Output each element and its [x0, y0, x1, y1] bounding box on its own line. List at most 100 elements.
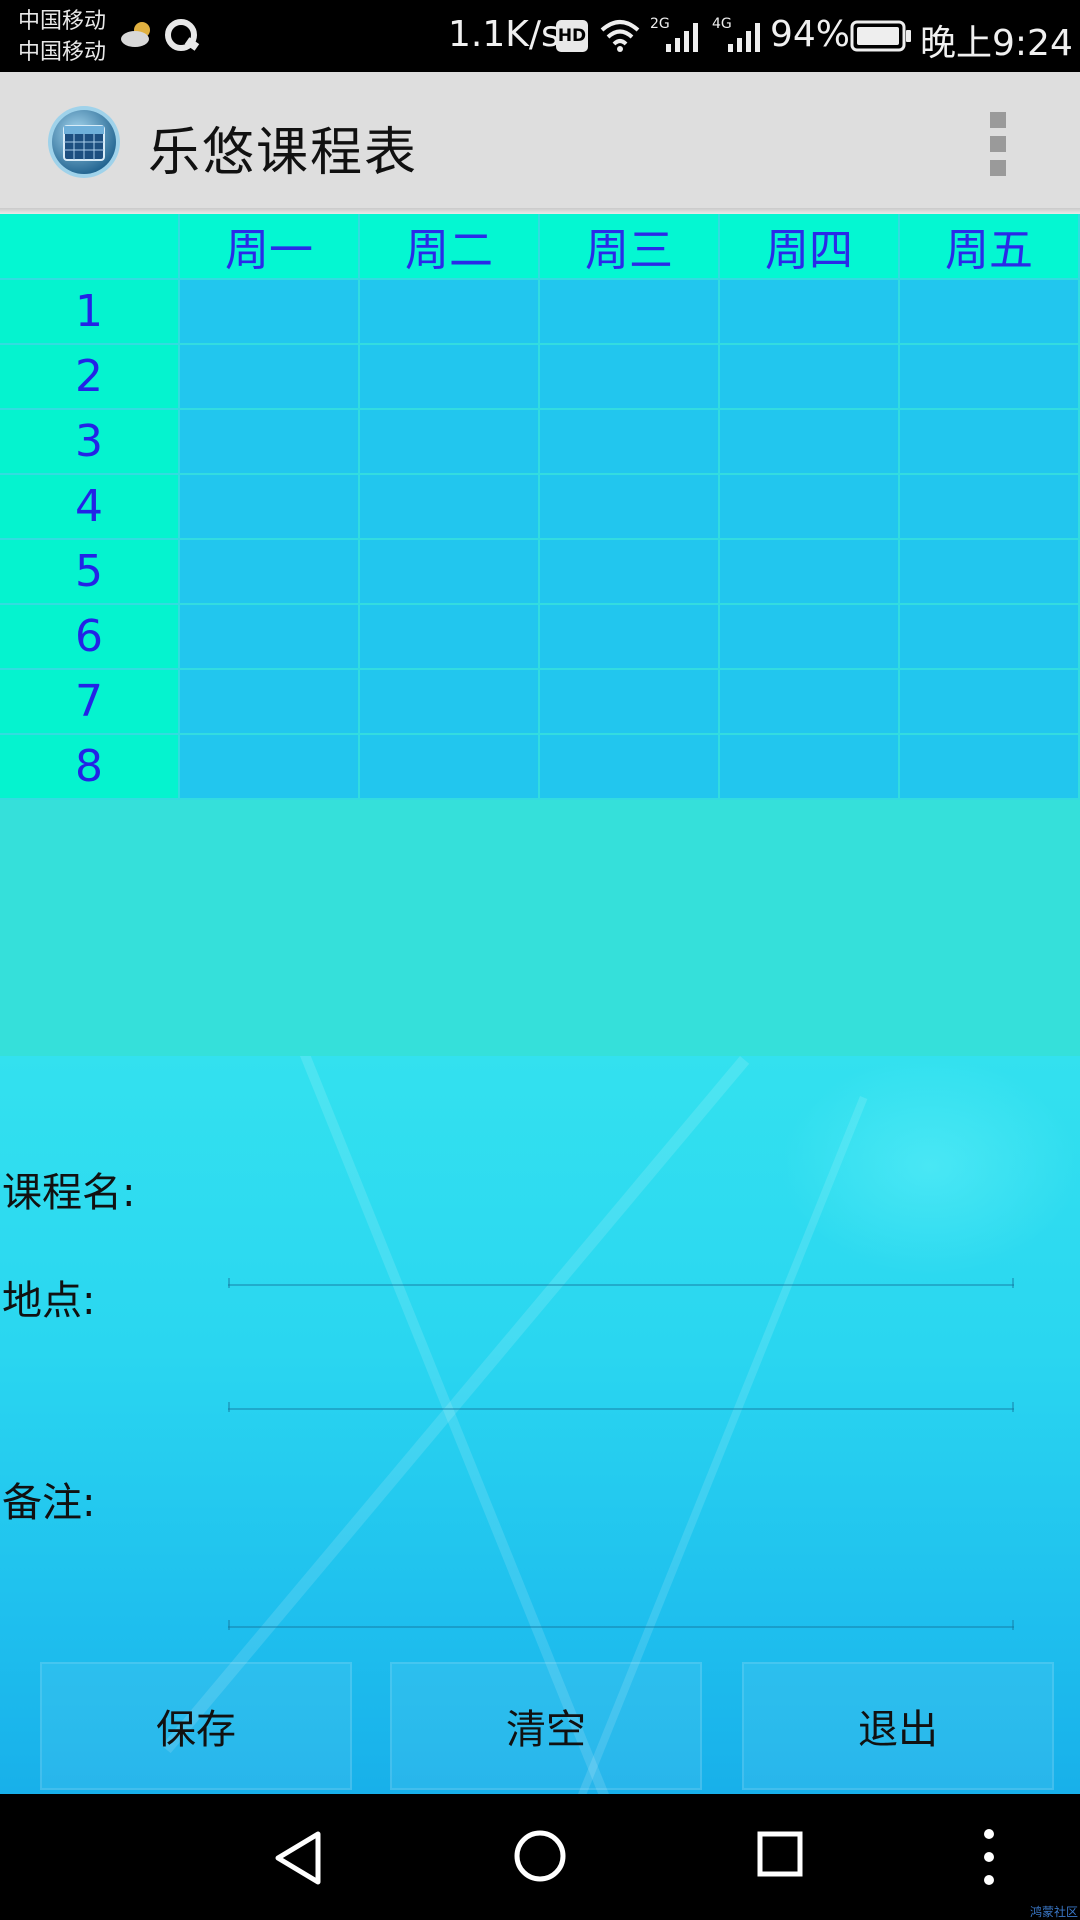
save-button[interactable]: 保存	[40, 1662, 352, 1790]
q-app-icon	[165, 19, 200, 51]
timetable-slot[interactable]	[180, 540, 360, 605]
timetable-slot[interactable]	[540, 670, 720, 735]
navigation-bar: 鸿蒙社区	[0, 1794, 1080, 1920]
period-number: 6	[0, 605, 180, 670]
timetable-slot[interactable]	[900, 475, 1080, 540]
timetable-slot[interactable]	[540, 735, 720, 800]
period-number: 4	[0, 475, 180, 540]
timetable-slot[interactable]	[360, 410, 540, 475]
timetable-slot[interactable]	[540, 540, 720, 605]
note-input[interactable]	[228, 1578, 1014, 1628]
period-number: 5	[0, 540, 180, 605]
day-header: 周五	[900, 214, 1080, 280]
timetable-slot[interactable]	[720, 605, 900, 670]
net-speed: 1.1K/s	[448, 14, 560, 55]
timetable-slot[interactable]	[720, 280, 900, 345]
menu-dot	[990, 136, 1006, 152]
timetable-slot[interactable]	[720, 410, 900, 475]
carrier-labels: 中国移动 中国移动	[18, 6, 106, 68]
timetable-slot[interactable]	[360, 475, 540, 540]
day-header: 周三	[540, 214, 720, 280]
period-number: 2	[0, 345, 180, 410]
weather-cloudy-icon	[121, 22, 150, 47]
location-input[interactable]	[228, 1360, 1014, 1410]
timetable-slot[interactable]	[540, 410, 720, 475]
timetable-slot[interactable]	[360, 605, 540, 670]
input-tick	[228, 1278, 230, 1288]
location-label: 地点:	[2, 1278, 96, 1324]
timetable-slot[interactable]	[720, 475, 900, 540]
battery-icon	[850, 20, 911, 52]
timetable-slot[interactable]	[360, 670, 540, 735]
timetable-slot[interactable]	[540, 605, 720, 670]
timetable-slot[interactable]	[180, 280, 360, 345]
timetable-slot[interactable]	[180, 605, 360, 670]
timetable-slot[interactable]	[720, 540, 900, 605]
corner-cell	[0, 214, 180, 280]
overflow-menu-icon[interactable]	[978, 112, 1018, 178]
more-icon[interactable]	[978, 1826, 1000, 1888]
timetable-slot[interactable]	[360, 735, 540, 800]
menu-dot	[990, 160, 1006, 176]
battery-percent: 94%	[770, 14, 851, 55]
course-name-input[interactable]	[228, 1236, 1014, 1286]
calendar-icon	[48, 106, 120, 178]
period-number: 7	[0, 670, 180, 735]
timetable-slot[interactable]	[540, 280, 720, 345]
day-header: 周二	[360, 214, 540, 280]
timetable-slot[interactable]	[900, 345, 1080, 410]
wifi-icon	[600, 20, 640, 52]
timetable-slot[interactable]	[540, 475, 720, 540]
note-label: 备注:	[2, 1480, 96, 1526]
timetable-slot[interactable]	[360, 540, 540, 605]
signal-icon	[666, 23, 698, 52]
input-tick	[1012, 1620, 1014, 1630]
timetable-slot[interactable]	[720, 735, 900, 800]
timetable-slot[interactable]	[900, 605, 1080, 670]
timetable-slot[interactable]	[540, 345, 720, 410]
period-number: 8	[0, 735, 180, 800]
timetable-slot[interactable]	[180, 735, 360, 800]
timetable-slot[interactable]	[900, 540, 1080, 605]
period-number: 3	[0, 410, 180, 475]
timetable-slot[interactable]	[360, 280, 540, 345]
status-bar: 中国移动 中国移动 1.1K/s HD 2G 4G 94% 晚上9:24	[0, 0, 1080, 72]
timetable-slot[interactable]	[180, 670, 360, 735]
home-icon[interactable]	[512, 1828, 568, 1884]
timetable-slot[interactable]	[720, 670, 900, 735]
timetable-slot[interactable]	[360, 345, 540, 410]
menu-dot	[990, 112, 1006, 128]
empty-area	[0, 800, 1080, 1056]
exit-button[interactable]: 退出	[742, 1662, 1054, 1790]
recents-icon[interactable]	[756, 1830, 804, 1878]
clock: 晚上9:24	[920, 23, 1073, 64]
input-tick	[1012, 1278, 1014, 1288]
period-number: 1	[0, 280, 180, 345]
clear-button[interactable]: 清空	[390, 1662, 702, 1790]
input-tick	[228, 1402, 230, 1412]
day-header: 周一	[180, 214, 360, 280]
input-tick	[1012, 1402, 1014, 1412]
timetable-slot[interactable]	[180, 410, 360, 475]
back-icon[interactable]	[272, 1830, 324, 1886]
timetable-grid: 周一 周二 周三 周四 周五 1 2 3 4 5 6 7 8	[0, 214, 1080, 800]
carrier-2: 中国移动	[18, 40, 107, 65]
course-form: 课程名: 地点: 备注: 保存 清空 退出	[0, 1056, 1080, 1794]
app-bar: 乐悠课程表	[0, 72, 1080, 212]
timetable-slot[interactable]	[720, 345, 900, 410]
timetable-slot[interactable]	[900, 670, 1080, 735]
day-header: 周四	[720, 214, 900, 280]
signal-icon	[728, 23, 760, 52]
app-title: 乐悠课程表	[148, 123, 419, 183]
hd-badge-label: HD	[557, 26, 587, 46]
watermark: 鸿蒙社区	[1029, 1905, 1078, 1919]
timetable-slot[interactable]	[900, 735, 1080, 800]
timetable-slot[interactable]	[900, 410, 1080, 475]
timetable-slot[interactable]	[900, 280, 1080, 345]
timetable-slot[interactable]	[180, 475, 360, 540]
course-name-label: 课程名:	[2, 1170, 136, 1216]
hd-badge-icon: HD	[556, 20, 588, 52]
input-tick	[228, 1620, 230, 1630]
carrier-1: 中国移动	[18, 9, 107, 34]
timetable-slot[interactable]	[180, 345, 360, 410]
